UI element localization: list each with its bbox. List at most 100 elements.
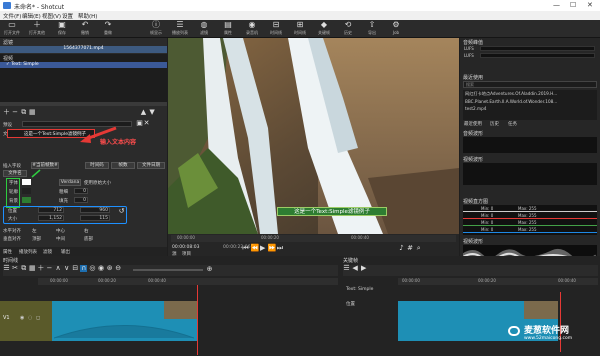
video-clip[interactable] <box>52 301 198 341</box>
rewind-icon[interactable]: ⏪ <box>251 245 260 252</box>
text-overlay[interactable]: 这是一个Text:Simple滤镜例子 <box>277 207 387 216</box>
copy-filter-icon[interactable]: ⧉ <box>20 109 27 116</box>
move-down-icon[interactable]: ▼ <box>149 109 156 116</box>
keyframes-ruler[interactable]: 00:00:00 00:00:20 00:00:40 <box>398 278 598 285</box>
tab-properties[interactable]: 属性 <box>3 249 12 255</box>
ripple-icon[interactable]: ◉ <box>98 265 105 272</box>
zoom-icon[interactable]: ⌕ <box>415 245 422 252</box>
reset-position-icon[interactable]: ↺ <box>118 208 125 215</box>
lock-icon[interactable]: ◻ <box>36 315 40 321</box>
recorder-button[interactable]: ◉ 录音机 <box>242 21 262 36</box>
zoom-in-icon[interactable]: ⊕ <box>206 266 213 273</box>
tab-filters[interactable]: 滤镜 <box>43 249 52 255</box>
valign-middle-radio[interactable]: 中间 <box>56 236 65 242</box>
maximize-button[interactable]: ☐ <box>570 1 576 9</box>
remove-icon[interactable]: − <box>46 265 53 272</box>
timeline-ruler[interactable]: 00:00:00 00:00:20 00:00:40 <box>38 278 338 285</box>
append-icon[interactable]: ＋ <box>37 265 44 272</box>
size-width-input[interactable]: 1,152 <box>38 215 64 221</box>
remove-filter-icon[interactable]: − <box>12 109 19 116</box>
paste-filter-icon[interactable]: ▦ <box>29 109 36 116</box>
playhead[interactable] <box>197 285 198 355</box>
mute-icon[interactable]: ◉ <box>20 315 24 321</box>
open-other-button[interactable]: ＋打开其他 <box>27 21 47 36</box>
forward-icon[interactable]: ⏩ <box>268 245 277 252</box>
background-color-swatch[interactable] <box>22 197 31 203</box>
file-name-button[interactable]: 文件名 <box>3 170 27 177</box>
zoom-slider[interactable] <box>133 269 203 271</box>
move-up-icon[interactable]: ▲ <box>140 109 147 116</box>
tab-playlist[interactable]: 播放列表 <box>19 249 37 255</box>
filter-item-text-simple[interactable]: ✓ Text: Simple <box>0 62 167 68</box>
scrub-icon[interactable]: ◎ <box>89 265 96 272</box>
file-date-button[interactable]: 文件日期 <box>137 162 165 169</box>
add-filter-icon[interactable]: ＋ <box>3 109 10 116</box>
split-icon[interactable]: ⊟ <box>72 265 79 272</box>
halign-right-radio[interactable]: 右 <box>84 228 89 234</box>
filters-button[interactable]: ◍ 滤镜 <box>194 21 214 36</box>
recent-item[interactable]: BBC.Planet.Earth.II.A.World.of.Wonder.10… <box>463 98 597 105</box>
scrollbar[interactable] <box>0 102 167 106</box>
tab-recent[interactable]: 最近使用 <box>464 121 482 127</box>
hide-icon[interactable]: ◌ <box>28 315 32 321</box>
lift-icon[interactable]: ∧ <box>55 265 62 272</box>
tab-jobs[interactable]: 任务 <box>508 121 517 127</box>
outline-color-swatch[interactable] <box>22 188 31 194</box>
grid-icon[interactable]: # <box>407 245 414 252</box>
volume-icon[interactable]: ♪ <box>398 245 405 252</box>
font-select[interactable]: Verdana <box>59 179 81 186</box>
close-button[interactable]: ✕ <box>587 1 593 9</box>
playlist-button[interactable]: ☰ 播放列表 <box>170 21 190 36</box>
skip-end-icon[interactable]: ⏭ <box>276 245 283 252</box>
save-button[interactable]: ▣ 保存 <box>52 21 72 36</box>
menu-edit[interactable]: 编辑(E) <box>22 12 41 20</box>
autosize-checkbox[interactable]: 使用原始大小 <box>84 180 111 186</box>
menu-icon[interactable]: ☰ <box>343 265 350 272</box>
font-color-swatch[interactable] <box>22 179 31 185</box>
redo-button[interactable]: ↷ 重做 <box>98 21 118 36</box>
minimize-button[interactable]: — <box>553 1 560 9</box>
cut-icon[interactable]: ✂ <box>12 265 19 272</box>
timecode-button[interactable]: 时间码 <box>85 162 109 169</box>
export-button[interactable]: ⇧ 导出 <box>362 21 382 36</box>
recent-item[interactable]: test2.mp4 <box>463 105 597 112</box>
frame-info-button[interactable]: ⓘ 帧显示 <box>146 21 166 36</box>
play-icon[interactable]: ▶ <box>259 245 266 252</box>
menu-icon[interactable]: ☰ <box>3 265 10 272</box>
prev-keyframe-icon[interactable]: ◀ <box>352 265 359 272</box>
keyframes-button[interactable]: ◆ 关键帧 <box>314 21 334 36</box>
text-input[interactable]: 这是一个Text:Simple滤镜例子 <box>24 131 86 137</box>
menu-view[interactable]: 视图(V) <box>42 12 61 20</box>
valign-top-radio[interactable]: 顶部 <box>32 236 41 242</box>
size-height-input[interactable]: 115 <box>80 215 110 221</box>
valign-bottom-radio[interactable]: 底部 <box>84 236 93 242</box>
position-x-input[interactable]: 712 <box>38 207 64 213</box>
tab-history[interactable]: 历史 <box>490 121 499 127</box>
zoom-out-icon[interactable]: ⊖ <box>115 265 122 272</box>
thickness-input[interactable]: 0 <box>74 188 88 194</box>
keyframe-playhead[interactable] <box>560 292 561 352</box>
history-button[interactable]: ⟲ 历史 <box>338 21 358 36</box>
delete-preset-icon[interactable]: ✕ <box>143 120 150 127</box>
paste-icon[interactable]: ▦ <box>29 265 36 272</box>
ripple-all-icon[interactable]: ⊛ <box>106 265 113 272</box>
undo-button[interactable]: ↶ 撤销 <box>75 21 95 36</box>
menu-settings[interactable]: 设置 <box>62 12 73 20</box>
properties-button[interactable]: ▤ 属性 <box>218 21 238 36</box>
overwrite-icon[interactable]: ∨ <box>63 265 70 272</box>
halign-center-radio[interactable]: 中心 <box>56 228 65 234</box>
recent-search-input[interactable]: 搜索 <box>463 81 597 88</box>
jobs-button[interactable]: ⚙ Job <box>386 21 406 36</box>
position-y-input[interactable]: 960 <box>80 207 110 213</box>
recent-item[interactable]: 网红打卡地点Adventures.Of.Aladdin.2019.H... <box>463 90 597 98</box>
copy-icon[interactable]: ⧉ <box>20 265 27 272</box>
timeline2-button[interactable]: ⊞ 时间线 <box>290 21 310 36</box>
halign-left-radio[interactable]: 左 <box>32 228 37 234</box>
menu-file[interactable]: 文件(F) <box>3 12 21 20</box>
save-preset-icon[interactable]: ▣ <box>136 120 143 127</box>
frames-button[interactable]: 帧数 <box>111 162 135 169</box>
next-keyframe-icon[interactable]: ▶ <box>360 265 367 272</box>
snap-icon[interactable]: ∩ <box>80 265 88 272</box>
padding-input[interactable]: 0 <box>74 197 88 203</box>
track-header[interactable]: V1 ◉ ◌ ◻ <box>0 301 52 341</box>
